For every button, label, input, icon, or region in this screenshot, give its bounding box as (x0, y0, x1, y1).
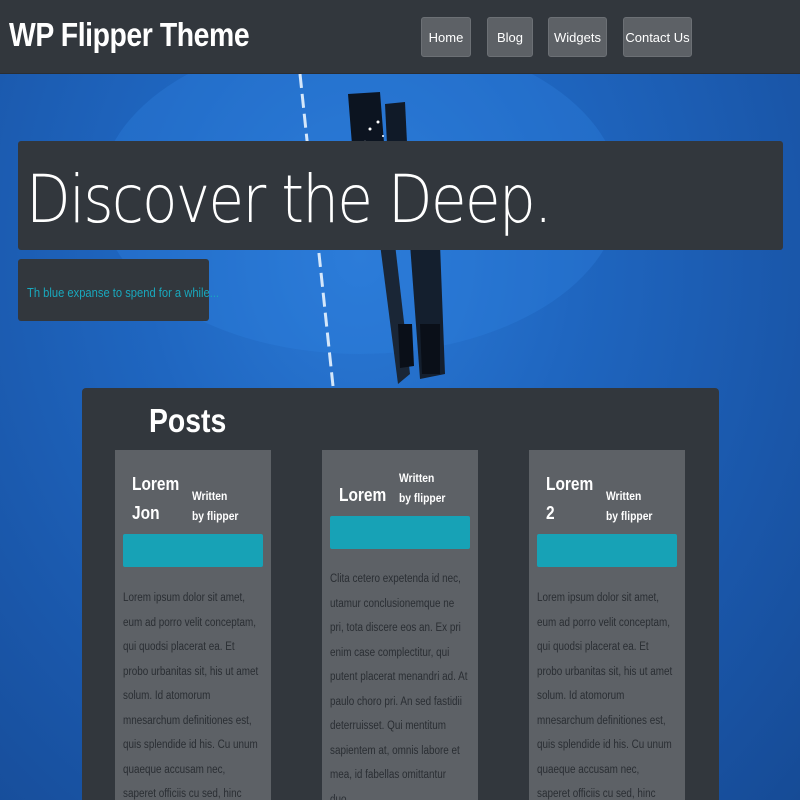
post-meta: Written by flipper (606, 486, 652, 526)
post-meta-line: Written (192, 489, 228, 503)
post-meta-line: Written (606, 489, 642, 503)
post-title[interactable]: Lorem 2 (546, 470, 593, 528)
nav-home-button[interactable]: Home (421, 17, 471, 57)
post-excerpt: Lorem ipsum dolor sit amet, eum ad porro… (123, 592, 259, 800)
post-featured-image[interactable] (537, 534, 677, 567)
nav-widgets-button[interactable]: Widgets (548, 17, 607, 57)
post-excerpt: Lorem ipsum dolor sit amet, eum ad porro… (537, 592, 673, 800)
post-card: Lorem 2 Written by flipper Lorem ipsum d… (529, 450, 685, 800)
site-title[interactable]: WP Flipper Theme (9, 16, 250, 54)
hero-subtitle: Th blue expanse to spend for a while... (27, 285, 220, 300)
post-title[interactable]: Lorem (339, 481, 386, 510)
site-header: WP Flipper Theme Home Blog Widgets Conta… (0, 0, 800, 74)
hero-title: Discover the Deep. (26, 161, 552, 238)
post-title-line: Lorem (546, 474, 594, 494)
post-meta: Written by flipper (192, 486, 238, 526)
post-title-line: Lorem (132, 474, 180, 494)
post-featured-image[interactable] (123, 534, 263, 567)
nav-contact-button[interactable]: Contact Us (623, 17, 692, 57)
post-meta-line: by flipper (606, 509, 653, 523)
post-meta-line: by flipper (399, 491, 446, 505)
post-meta-line: Written (399, 471, 435, 485)
post-meta-line: by flipper (192, 509, 239, 523)
post-meta: Written by flipper (399, 468, 445, 508)
post-card: Lorem Written by flipper Clita cetero ex… (322, 450, 478, 800)
post-card: Lorem Jon Written by flipper Lorem ipsum… (115, 450, 271, 800)
posts-heading: Posts (149, 402, 227, 439)
post-title-line: 2 (546, 503, 555, 523)
post-title[interactable]: Lorem Jon (132, 470, 179, 528)
hero-subtitle-panel: Th blue expanse to spend for a while... (18, 259, 219, 321)
post-title-line: Jon (132, 503, 160, 523)
post-featured-image[interactable] (330, 516, 470, 549)
nav-blog-button[interactable]: Blog (487, 17, 533, 57)
hero-title-panel: Discover the Deep. (18, 141, 783, 250)
post-title-line: Lorem (339, 485, 387, 505)
post-excerpt: Clita cetero expetenda id nec, utamur co… (330, 573, 468, 800)
posts-section: Posts Lorem Jon Written by flipper Lorem… (82, 388, 719, 800)
